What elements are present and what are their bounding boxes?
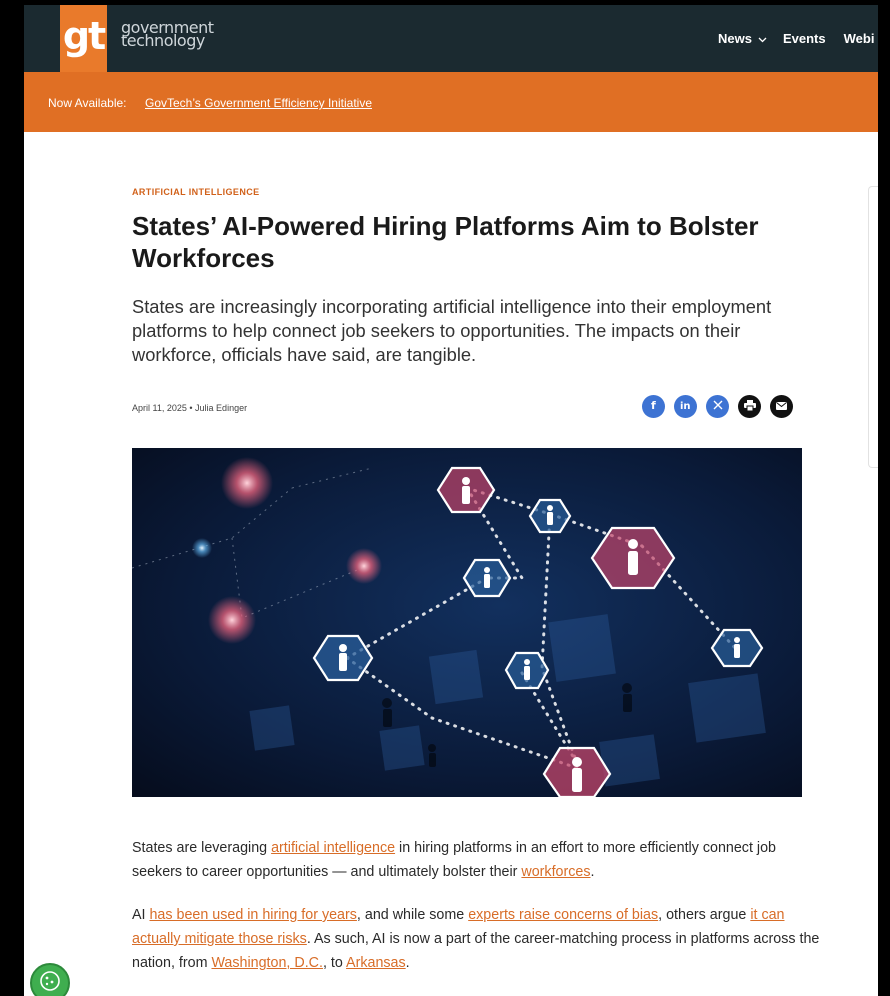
link-experts-bias[interactable]: experts raise concerns of bias: [468, 907, 658, 923]
article-paragraph-2: AI has been used in hiring for years, an…: [132, 903, 822, 975]
link-workforces[interactable]: workforces: [521, 864, 590, 880]
x-icon: [713, 400, 723, 413]
print-icon: [743, 399, 756, 414]
print-button[interactable]: [738, 395, 761, 418]
linkedin-icon: in: [680, 399, 692, 414]
p2-text-3: , others argue: [658, 907, 751, 923]
article-paragraph-1: States are leveraging artificial intelli…: [132, 836, 822, 884]
cookie-settings-button[interactable]: [30, 963, 70, 996]
main-nav: News Events Webi: [718, 31, 874, 46]
sidebar-ad-frame: [868, 186, 878, 468]
cookie-icon: [39, 970, 61, 996]
nav-news-label: News: [718, 31, 752, 46]
p2-text-6: .: [405, 955, 410, 971]
svg-text:in: in: [680, 401, 691, 411]
share-x-button[interactable]: [706, 395, 729, 418]
logo-line-2: technology: [121, 31, 205, 50]
svg-text:f: f: [651, 399, 656, 411]
nav-item-webinars[interactable]: Webi: [844, 31, 875, 46]
p2-text-2: , and while some: [356, 907, 469, 923]
chevron-down-icon: [758, 31, 767, 46]
link-hiring-for-years[interactable]: has been used in hiring for years: [149, 907, 356, 923]
link-artificial-intelligence[interactable]: artificial intelligence: [271, 840, 395, 856]
hero-image: [132, 448, 802, 797]
p2-text-1: AI: [132, 907, 150, 923]
link-arkansas[interactable]: Arkansas: [346, 955, 406, 971]
nav-events-label: Events: [782, 31, 826, 46]
article-category[interactable]: ARTIFICIAL INTELLIGENCE: [132, 187, 260, 197]
promo-banner: Now Available: GovTech’s Government Effi…: [24, 72, 878, 132]
p1-text-1: States are leveraging: [132, 840, 272, 856]
promo-link[interactable]: GovTech’s Government Efficiency Initiati…: [145, 96, 372, 110]
article-author[interactable]: Julia Edinger: [195, 403, 247, 413]
logo-wordmark[interactable]: government technology: [121, 20, 214, 50]
promo-label: Now Available:: [48, 96, 127, 110]
nav-item-events[interactable]: Events: [783, 31, 826, 46]
article-subtitle: States are increasingly incorporating ar…: [132, 296, 772, 365]
share-linkedin-button[interactable]: in: [674, 395, 697, 418]
facebook-icon: f: [649, 399, 659, 414]
p1-text-3: .: [590, 864, 595, 880]
article-title: States’ AI-Powered Hiring Platforms Aim …: [132, 211, 759, 273]
page: gt government technology News Events Web…: [24, 5, 878, 996]
share-facebook-button[interactable]: f: [642, 395, 665, 418]
byline: April 11, 2025 • Julia Edinger: [132, 403, 247, 413]
logo[interactable]: gt: [60, 5, 107, 72]
link-washington-dc[interactable]: Washington, D.C.: [211, 955, 323, 971]
share-buttons: f in: [642, 395, 802, 418]
email-icon: [776, 401, 787, 413]
share-email-button[interactable]: [770, 395, 793, 418]
nav-webinars-label: Webi: [843, 31, 875, 46]
p2-text-5: , to: [322, 955, 347, 971]
article-date: April 11, 2025: [132, 403, 187, 413]
logo-mark: gt: [62, 14, 106, 58]
nav-item-news[interactable]: News: [718, 31, 783, 46]
site-header: gt government technology News Events Web…: [24, 5, 878, 72]
